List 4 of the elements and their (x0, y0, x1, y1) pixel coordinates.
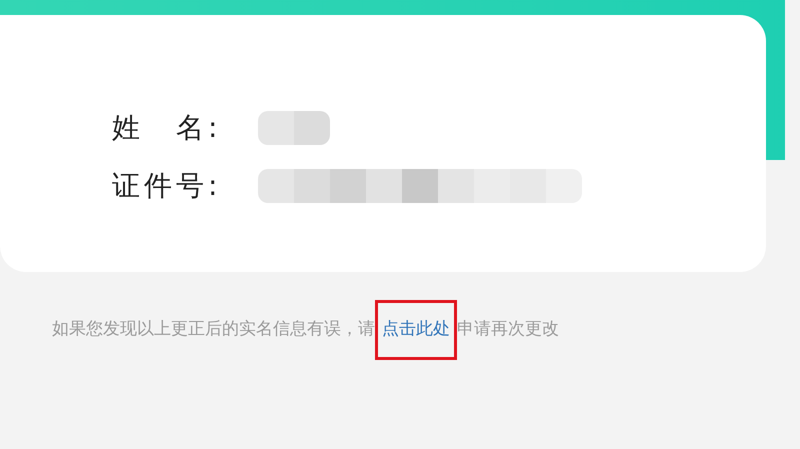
field-label: 证件号: (112, 168, 222, 204)
field-label: 姓 名: (112, 110, 222, 146)
notice-text: 如果您发现以上更正后的实名信息有误，请 点击此处 申请再次更改 (52, 300, 800, 360)
apply-link[interactable]: 点击此处 (375, 300, 457, 360)
